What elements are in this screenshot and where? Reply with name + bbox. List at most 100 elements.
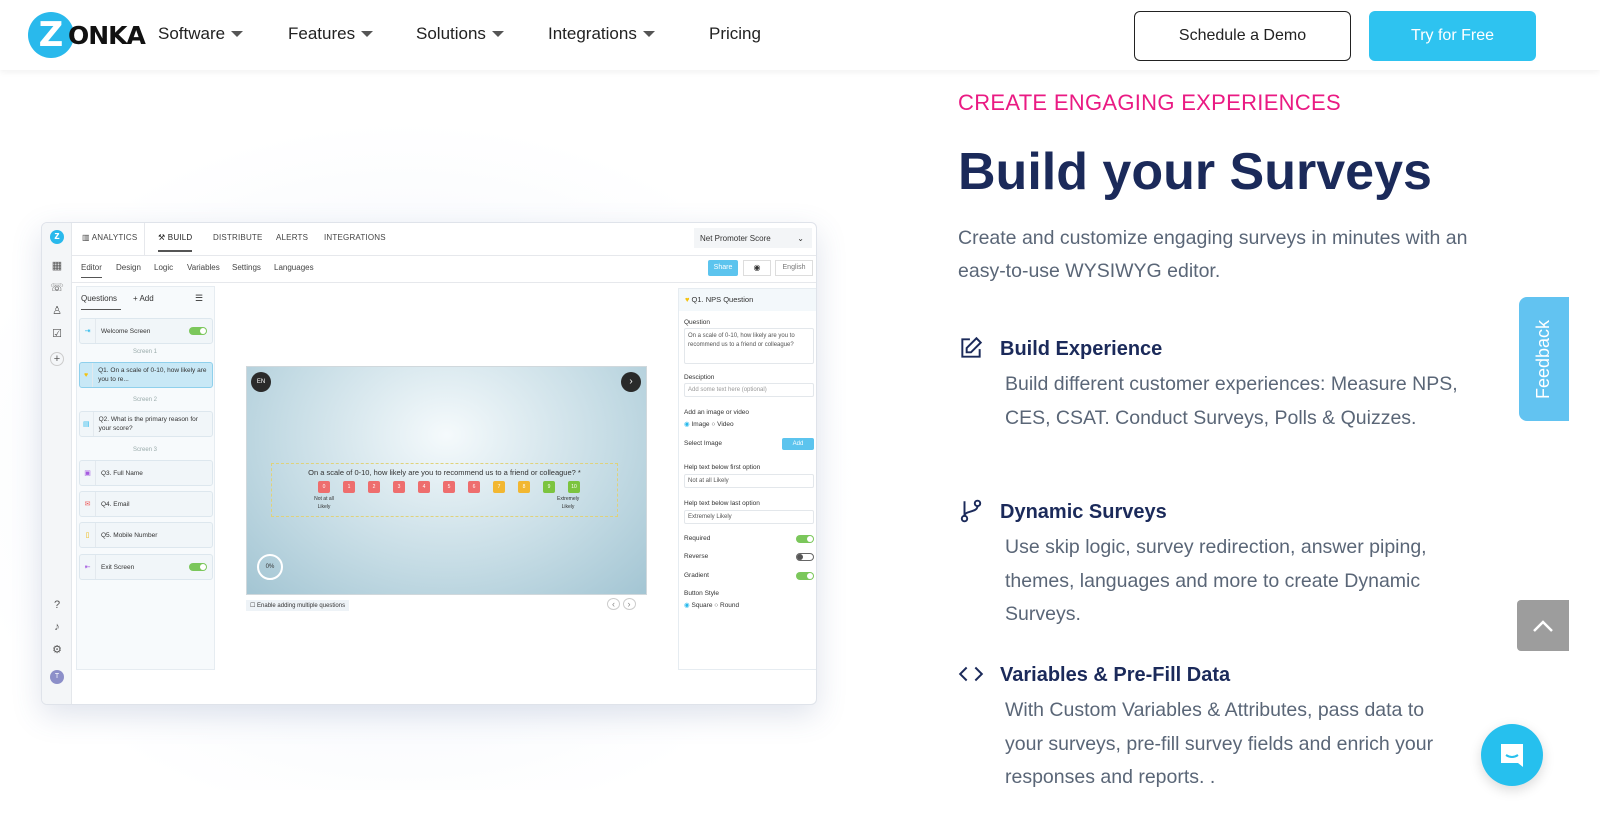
caret-down-icon xyxy=(361,31,374,37)
subtab-languages[interactable]: Languages xyxy=(274,263,314,272)
required-toggle[interactable] xyxy=(796,535,814,543)
progress-indicator: 0% xyxy=(257,554,283,580)
chat-icon[interactable]: ☏ xyxy=(50,281,64,295)
nps-option-5[interactable]: 5 xyxy=(443,481,455,493)
list-item[interactable]: ♥ Q1. On a scale of 0-10, how likely are … xyxy=(79,362,213,388)
divider xyxy=(72,282,816,283)
button-style-radio[interactable]: ◉ Square ○ Round xyxy=(684,601,739,609)
subtab-settings[interactable]: Settings xyxy=(232,263,261,272)
nps-option-8[interactable]: 8 xyxy=(518,481,530,493)
first-option-help-field[interactable]: Not at all Likely xyxy=(684,474,814,488)
tab-build[interactable]: ⚒ BUILD xyxy=(158,233,193,252)
screen-label: Screen 1 xyxy=(132,349,157,355)
nps-option-7[interactable]: 7 xyxy=(493,481,505,493)
add-icon[interactable]: + xyxy=(50,352,64,366)
label: Desciption xyxy=(684,374,715,381)
code-icon xyxy=(958,666,984,682)
nps-option-6[interactable]: 6 xyxy=(468,481,480,493)
label: Select Image xyxy=(684,440,722,447)
language-select[interactable]: English xyxy=(775,260,813,276)
try-free-button[interactable]: Try for Free xyxy=(1369,11,1536,61)
panel-title: ♥ Q1. NPS Question xyxy=(679,289,816,311)
caret-down-icon xyxy=(491,31,504,37)
share-button[interactable]: Share xyxy=(708,260,738,276)
chat-launcher-button[interactable] xyxy=(1481,724,1543,786)
feedback-label: Feedback xyxy=(1533,319,1554,399)
feature-body: Build different customer experiences: Me… xyxy=(1005,373,1458,429)
nav-software[interactable]: Software xyxy=(158,24,244,44)
list-item[interactable]: ▤ Q2. What is the primary reason for your… xyxy=(79,411,213,437)
list-item[interactable]: ✉ Q4. Email xyxy=(79,491,213,517)
questions-tab[interactable]: Questions xyxy=(81,294,121,310)
label: Gradient xyxy=(684,572,709,579)
tab-distribute[interactable]: DISTRIBUTE xyxy=(213,233,263,242)
feedback-tab[interactable]: Feedback xyxy=(1519,297,1569,421)
question-field[interactable]: On a scale of 0-10, how likely are you t… xyxy=(684,328,814,364)
nps-option-0[interactable]: 0 xyxy=(318,481,330,493)
app-sidebar: z ▦ ☏ ♙ ☑ + ? ♪ ⚙ T xyxy=(42,223,72,704)
dashboard-icon[interactable]: ▦ xyxy=(50,259,64,273)
label: Help text below last option xyxy=(684,500,760,507)
feature-body: With Custom Variables & Attributes, pass… xyxy=(1005,699,1434,788)
tab-analytics[interactable]: ▥ ANALYTICS xyxy=(82,233,137,242)
tab-alerts[interactable]: ALERTS xyxy=(276,233,308,242)
last-option-help-field[interactable]: Extremely Likely xyxy=(684,510,814,524)
subtab-design[interactable]: Design xyxy=(116,263,141,272)
next-icon[interactable]: › xyxy=(622,598,636,610)
page-title: Build your Surveys xyxy=(958,143,1432,201)
reverse-toggle[interactable] xyxy=(796,553,814,561)
add-image-button[interactable]: Add xyxy=(782,438,814,450)
label: Button Style xyxy=(684,590,720,597)
label: Reverse xyxy=(684,553,709,560)
list-item[interactable]: ⇤ Exit Screen xyxy=(79,554,213,580)
subtab-variables[interactable]: Variables xyxy=(187,263,220,272)
tab-integrations[interactable]: INTEGRATIONS xyxy=(324,233,386,242)
multi-question-checkbox[interactable]: ☐ Enable adding multiple questions xyxy=(246,600,350,611)
nav-solutions[interactable]: Solutions xyxy=(416,24,504,44)
next-arrow-icon[interactable]: › xyxy=(621,372,641,392)
low-label: Not at all Likely xyxy=(314,496,334,510)
settings-icon[interactable]: ⚙ xyxy=(50,643,64,657)
list-item[interactable]: ▣ Q3. Full Name xyxy=(79,460,213,486)
prev-icon[interactable]: ‹ xyxy=(607,598,620,610)
feature-body: Use skip logic, survey redirection, answ… xyxy=(1005,536,1427,625)
nav-integrations[interactable]: Integrations xyxy=(548,24,655,44)
zonka-logo[interactable]: Z ONKA xyxy=(28,12,146,58)
schedule-demo-button[interactable]: Schedule a Demo xyxy=(1134,11,1351,61)
media-radio[interactable]: ◉ Image ○ Video xyxy=(684,420,734,428)
high-label: Extremely Likely xyxy=(557,496,580,510)
nps-option-3[interactable]: 3 xyxy=(393,481,405,493)
user-icon[interactable]: ♙ xyxy=(50,304,64,318)
nav-features[interactable]: Features xyxy=(288,24,374,44)
subtab-logic[interactable]: Logic xyxy=(154,263,173,272)
caret-down-icon xyxy=(642,31,655,37)
list-item[interactable]: ▯ Q5. Mobile Number xyxy=(79,522,213,548)
toggle[interactable] xyxy=(189,563,207,571)
avatar[interactable]: T xyxy=(50,670,64,684)
nps-option-4[interactable]: 4 xyxy=(418,481,430,493)
subtab-editor[interactable]: Editor xyxy=(81,263,102,278)
description-field[interactable]: Add some text here (optional) xyxy=(684,383,814,397)
toggle[interactable] xyxy=(189,327,207,335)
calendar-icon[interactable]: ☑ xyxy=(50,327,64,341)
list-item[interactable]: ⇥ Welcome Screen xyxy=(79,318,213,344)
nav-pricing[interactable]: Pricing xyxy=(709,24,761,44)
help-icon[interactable]: ? xyxy=(50,599,64,613)
nps-option-1[interactable]: 1 xyxy=(343,481,355,493)
label: Required xyxy=(684,535,711,542)
question-text: On a scale of 0-10, how likely are you t… xyxy=(308,468,581,477)
nps-option-9[interactable]: 9 xyxy=(543,481,555,493)
language-badge[interactable]: EN xyxy=(251,372,271,392)
gradient-toggle[interactable] xyxy=(796,572,814,580)
nps-option-10[interactable]: 10 xyxy=(568,481,580,493)
nps-option-2[interactable]: 2 xyxy=(368,481,380,493)
chat-icon xyxy=(1501,744,1523,767)
scroll-to-top-button[interactable] xyxy=(1517,600,1569,651)
bell-icon[interactable]: ♪ xyxy=(50,621,64,635)
feature-title: Build Experience xyxy=(1000,338,1163,360)
add-question-button[interactable]: + Add xyxy=(133,294,154,303)
chevron-up-icon xyxy=(1533,619,1553,632)
preview-eye-icon[interactable]: ◉ xyxy=(743,260,771,276)
reorder-icon[interactable]: ☰ xyxy=(195,293,203,304)
survey-select[interactable]: Net Promoter Score ⌄ xyxy=(694,228,812,248)
